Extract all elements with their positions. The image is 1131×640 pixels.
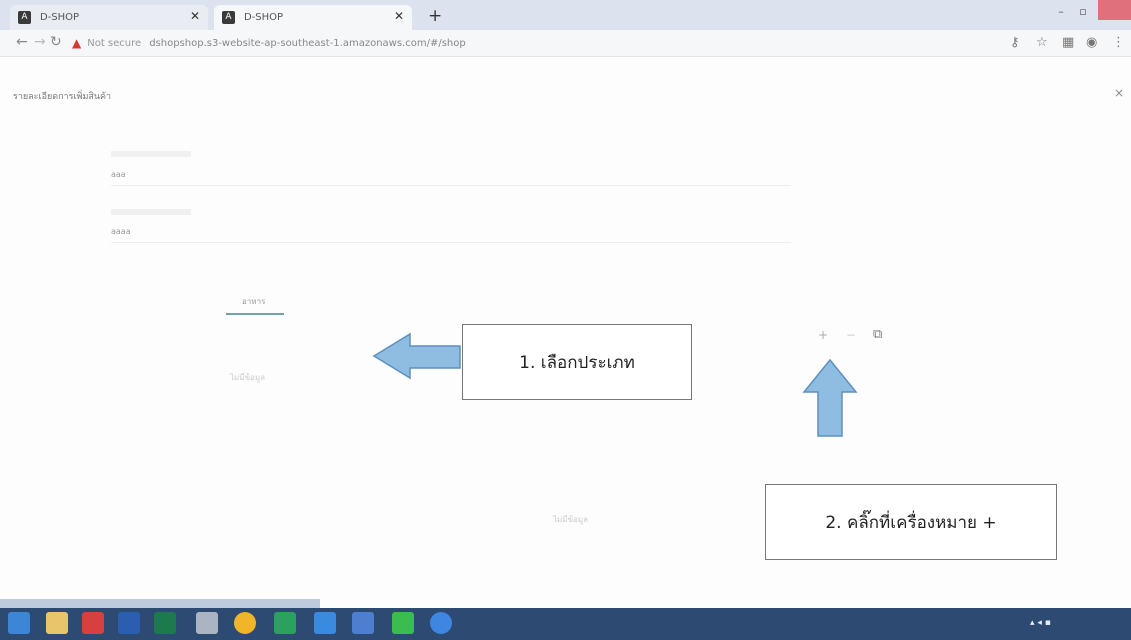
tab-category-6[interactable]	[648, 290, 688, 312]
minimize-icon[interactable]: –	[1050, 0, 1072, 24]
reload-icon[interactable]: ↻	[50, 34, 62, 50]
status-strip	[0, 599, 320, 608]
step1-callout: 1. เลือกประเภท	[462, 324, 692, 400]
field-value-1[interactable]: aaa	[111, 170, 126, 179]
left-arrow-annotation	[372, 332, 461, 380]
field-underline	[111, 242, 791, 243]
maximize-icon[interactable]: ▫	[1072, 0, 1094, 24]
up-arrow-annotation	[802, 358, 858, 437]
copy-icon[interactable]: ⧉	[873, 327, 882, 342]
angular-icon: A	[18, 11, 31, 24]
browser-tab-title: D-SHOP	[40, 12, 80, 23]
address-input[interactable]: ▲ Not secure dshopshop.s3-website-ap-sou…	[72, 33, 1002, 53]
browser-tab-title: D-SHOP	[244, 12, 284, 23]
address-bar-row: ← → ↻ ▲ Not secure dshopshop.s3-website-…	[0, 30, 1131, 57]
close-tab-icon[interactable]: ✕	[190, 9, 200, 23]
modal-title: รายละเอียดการเพิ่มสินค้า	[13, 92, 112, 102]
extension-icon[interactable]: ▦	[1062, 35, 1074, 50]
tab-food[interactable]: อาหาร	[242, 290, 265, 312]
tab-category-4[interactable]	[444, 290, 534, 312]
empty-state-bottom: ไม่มีข้อมูล	[553, 515, 589, 524]
app-icon[interactable]	[274, 612, 296, 634]
tab-category-3[interactable]	[354, 290, 430, 312]
forward-arrow-icon[interactable]: →	[34, 34, 46, 50]
url-text: dshopshop.s3-website-ap-southeast-1.amaz…	[149, 37, 466, 49]
tab-category-2[interactable]	[298, 290, 342, 312]
window-close-button[interactable]	[1098, 0, 1131, 20]
browser-tab-1[interactable]: A D-SHOP ✕	[10, 5, 208, 30]
teamviewer-icon[interactable]	[430, 612, 452, 634]
tab-category-5[interactable]	[546, 290, 638, 312]
key-icon[interactable]: ⚷	[1010, 35, 1020, 50]
chrome-icon[interactable]	[234, 612, 256, 634]
field-value-2[interactable]: aaaa	[111, 227, 131, 236]
internet-explorer-icon[interactable]	[314, 612, 336, 634]
not-secure-label: Not secure	[87, 37, 142, 49]
folder-icon[interactable]	[46, 612, 68, 634]
close-tab-icon[interactable]: ✕	[394, 9, 404, 23]
browser-tab-bar: A D-SHOP ✕ A D-SHOP ✕ + – ▫	[0, 0, 1131, 30]
field-underline	[111, 185, 791, 186]
media-icon[interactable]	[196, 612, 218, 634]
line-icon[interactable]	[392, 612, 414, 634]
profile-icon[interactable]: ◉	[1086, 35, 1097, 50]
star-icon[interactable]: ☆	[1036, 35, 1048, 50]
category-tabs: อาหาร	[228, 290, 788, 316]
browser-tab-2[interactable]: A D-SHOP ✕	[214, 5, 412, 30]
minus-button[interactable]: −	[846, 328, 856, 342]
start-icon[interactable]	[8, 612, 30, 634]
search-app-icon[interactable]	[352, 612, 374, 634]
add-button[interactable]: +	[818, 328, 828, 342]
active-tab-indicator	[226, 313, 284, 315]
field-label-1	[111, 151, 191, 157]
new-tab-button[interactable]: +	[428, 6, 442, 26]
field-label-2	[111, 209, 191, 215]
windows-taskbar: ▴ ◂ ▪	[0, 608, 1131, 640]
project-icon[interactable]	[154, 612, 176, 634]
menu-icon[interactable]: ⋮	[1112, 35, 1125, 50]
angular-icon: A	[222, 11, 235, 24]
step2-callout: 2. คลิ๊กที่เครื่องหมาย +	[765, 484, 1057, 560]
warning-icon: ▲	[72, 36, 82, 50]
empty-state-left: ไม่มีข้อมูล	[230, 373, 266, 382]
close-icon[interactable]: ×	[1114, 86, 1124, 100]
word-icon[interactable]	[118, 612, 140, 634]
back-arrow-icon[interactable]: ←	[16, 34, 28, 50]
pdf-icon[interactable]	[82, 612, 104, 634]
tray-icons[interactable]: ▴ ◂ ▪	[1030, 618, 1051, 628]
